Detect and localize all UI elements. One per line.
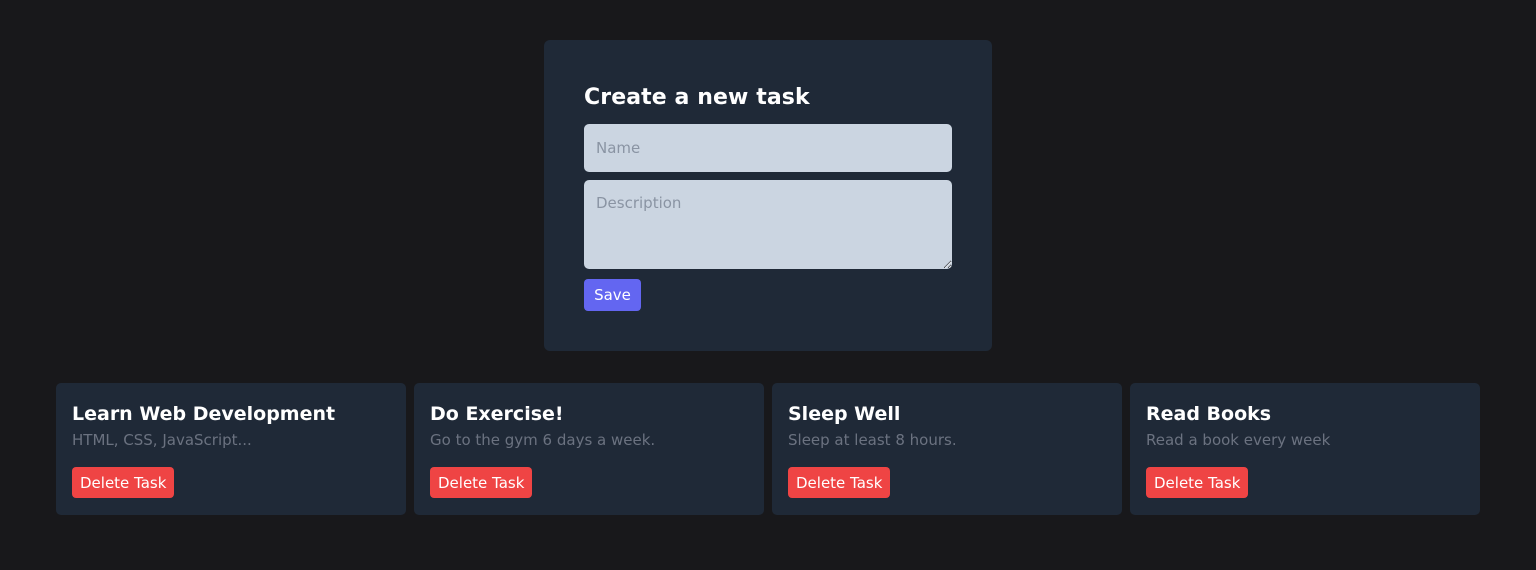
page: Create a new task Save Learn Web Develop… (0, 0, 1536, 570)
save-button[interactable]: Save (584, 279, 641, 311)
task-description: Read a book every week (1146, 431, 1331, 449)
task-description: Sleep at least 8 hours. (788, 431, 957, 449)
task-title: Do Exercise! (430, 403, 564, 425)
delete-task-button[interactable]: Delete Task (1146, 467, 1249, 498)
task-title: Sleep Well (788, 403, 901, 425)
delete-task-button[interactable]: Delete Task (788, 467, 891, 498)
name-input[interactable] (584, 124, 952, 172)
task-title: Read Books (1146, 403, 1272, 425)
create-task-form: Create a new task Save (544, 40, 992, 351)
task-description: Go to the gym 6 days a week. (430, 431, 656, 449)
task-description: HTML, CSS, JavaScript... (72, 431, 252, 449)
task-card: Read Books Read a book every week Delete… (1130, 383, 1480, 515)
task-card: Do Exercise! Go to the gym 6 days a week… (414, 383, 764, 515)
form-title: Create a new task (584, 85, 810, 110)
delete-task-button[interactable]: Delete Task (72, 467, 175, 498)
task-card: Learn Web Development HTML, CSS, JavaScr… (56, 383, 406, 515)
delete-task-button[interactable]: Delete Task (430, 467, 533, 498)
task-card: Sleep Well Sleep at least 8 hours. Delet… (772, 383, 1122, 515)
description-input[interactable] (584, 180, 952, 269)
task-title: Learn Web Development (72, 403, 336, 425)
